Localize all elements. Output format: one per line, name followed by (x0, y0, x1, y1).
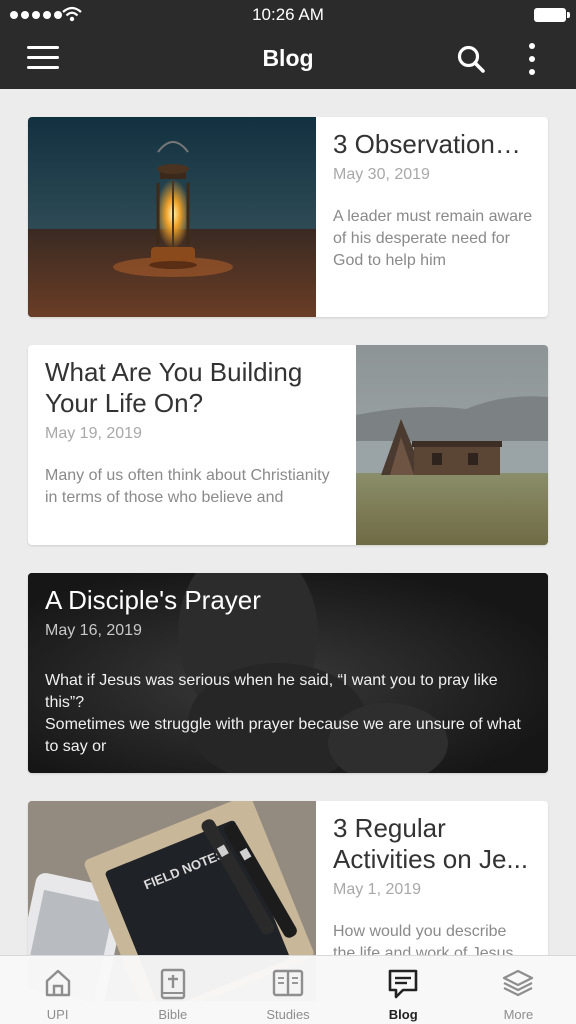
post-date: May 30, 2019 (333, 166, 430, 183)
post-title: 3 Regular Activities on Je... (333, 813, 529, 874)
post-title: What Are You Building Your Life On? (45, 357, 303, 418)
tab-upi[interactable]: UPI (0, 956, 115, 1024)
tab-bible[interactable]: Bible (115, 956, 230, 1024)
more-options-icon[interactable] (520, 43, 544, 75)
post-excerpt: A leader must remain aware of his desper… (333, 208, 533, 269)
post-title: A Disciple's Prayer (45, 585, 261, 615)
book-icon (272, 969, 304, 997)
post-date: May 16, 2019 (45, 622, 142, 639)
tab-label: Studies (266, 1007, 310, 1022)
blog-post-card[interactable]: What Are You Building Your Life On? May … (28, 345, 548, 545)
tab-studies[interactable]: Studies (230, 956, 345, 1024)
tab-blog[interactable]: Blog (346, 956, 461, 1024)
post-date: May 19, 2019 (45, 425, 142, 442)
page-title: Blog (262, 45, 314, 71)
post-excerpt: What if Jesus was serious when he said, … (45, 672, 521, 755)
blog-post-card-featured[interactable]: A Disciple's Prayer May 16, 2019 What if… (28, 573, 548, 773)
tab-label: Blog (388, 1007, 418, 1022)
post-excerpt: Many of us often think about Christianit… (45, 467, 330, 506)
blog-icon (388, 969, 418, 999)
battery-icon (534, 8, 570, 22)
search-icon[interactable] (456, 44, 486, 74)
post-title: 3 Observations on Praying Like... (333, 129, 533, 159)
cabin-image (356, 345, 548, 545)
tab-more[interactable]: More (461, 956, 576, 1024)
tab-label: Bible (158, 1007, 188, 1022)
home-icon (45, 969, 70, 997)
app-header: 10:26 AM Blog (0, 0, 576, 89)
lantern-image (28, 117, 316, 317)
tab-label: UPI (46, 1007, 69, 1022)
layers-icon (503, 969, 534, 997)
post-date: May 1, 2019 (333, 881, 422, 898)
bottom-tab-bar: UPI Bible Studies Blog More (0, 955, 576, 1024)
status-time: 10:26 AM (252, 5, 324, 24)
status-bar: 10:26 AM (0, 0, 576, 30)
tab-label: More (503, 1007, 534, 1022)
bible-icon (160, 968, 185, 1000)
blog-post-card[interactable]: 3 Observations on Praying Like... May 30… (28, 117, 548, 317)
